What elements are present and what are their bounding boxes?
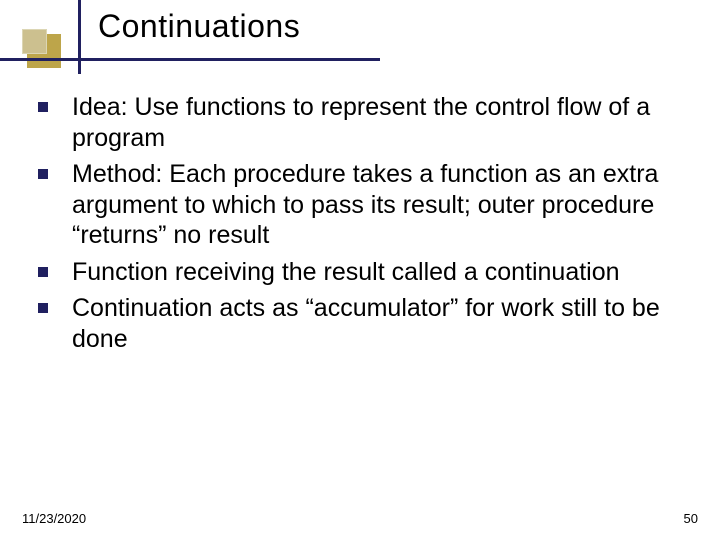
- square-bullet-icon: [38, 102, 48, 112]
- list-item: Idea: Use functions to represent the con…: [30, 92, 696, 153]
- footer-date: 11/23/2020: [22, 511, 86, 526]
- bullet-text: Idea: Use functions to represent the con…: [72, 93, 650, 152]
- bullet-text: Function receiving the result called a c…: [72, 258, 620, 286]
- square-bullet-icon: [38, 169, 48, 179]
- square-bullet-icon: [38, 267, 48, 277]
- list-item: Continuation acts as “accumulator” for w…: [30, 293, 696, 354]
- bullet-text: Continuation acts as “accumulator” for w…: [72, 294, 660, 353]
- list-item: Function receiving the result called a c…: [30, 257, 696, 288]
- title-rule-horizontal: [0, 58, 380, 61]
- slide-title: Continuations: [98, 8, 720, 45]
- square-bullet-icon: [38, 303, 48, 313]
- footer: 11/23/2020 50: [22, 511, 698, 526]
- slide: Continuations Idea: Use functions to rep…: [0, 0, 720, 540]
- accent-square-front: [22, 29, 47, 54]
- title-rule-vertical: [78, 0, 81, 74]
- title-area: Continuations: [0, 0, 720, 72]
- body-area: Idea: Use functions to represent the con…: [30, 92, 696, 360]
- list-item: Method: Each procedure takes a function …: [30, 159, 696, 251]
- footer-page-number: 50: [684, 511, 698, 526]
- bullet-text: Method: Each procedure takes a function …: [72, 160, 658, 249]
- bullet-list: Idea: Use functions to represent the con…: [30, 92, 696, 354]
